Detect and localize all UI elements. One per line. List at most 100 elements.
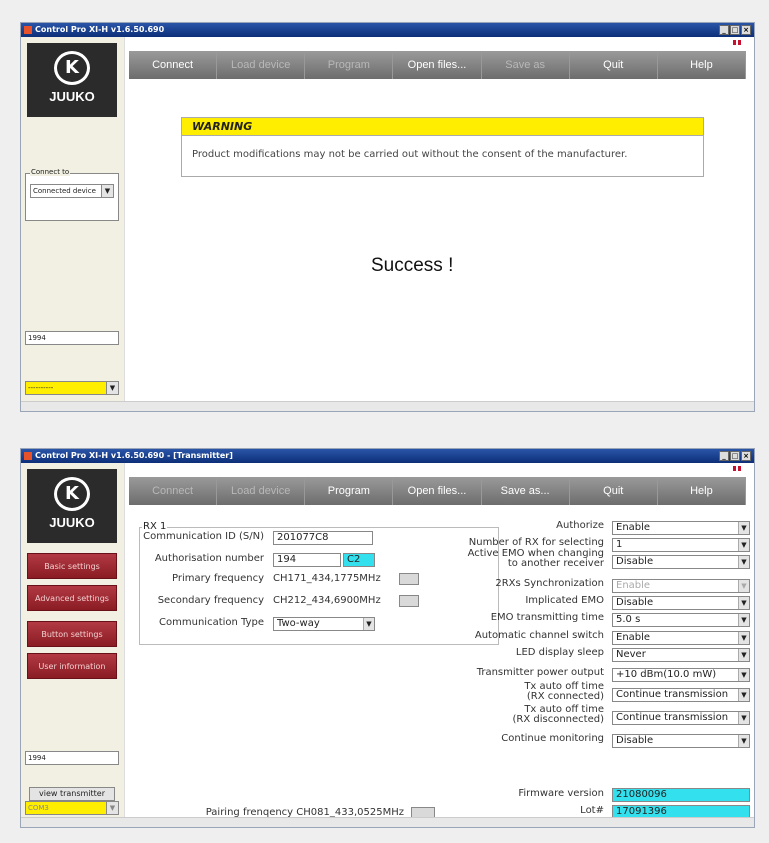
setting-select[interactable]: Disable ▼ — [612, 734, 750, 748]
chevron-down-icon: ▼ — [738, 689, 749, 701]
chevron-down-icon: ▼ — [738, 712, 749, 724]
juuko-logo: K JUUKO — [27, 43, 117, 117]
connect-to-select[interactable]: Connected device ▼ — [30, 184, 114, 198]
toolbar-help-button[interactable]: Help — [657, 51, 746, 79]
sidebar: K JUUKO Basic settings Advanced settings… — [21, 463, 125, 817]
setting-label: LED display sleep — [515, 647, 604, 658]
toolbar-open-files-button[interactable]: Open files... — [393, 51, 482, 79]
setting-label: Active EMO when changing to another recei… — [467, 548, 604, 569]
auth-code-field: C2 — [343, 553, 375, 567]
nav-advanced-settings[interactable]: Advanced settings — [27, 585, 117, 611]
toolbar-save-as-button[interactable]: Save as... — [481, 477, 570, 505]
horizontal-scrollbar[interactable] — [21, 817, 754, 827]
app-icon — [24, 452, 32, 460]
setting-label: Continue monitoring — [501, 733, 604, 744]
maximize-icon[interactable]: □ — [730, 25, 740, 35]
nav-basic-settings[interactable]: Basic settings — [27, 553, 117, 579]
chevron-down-icon: ▼ — [738, 669, 749, 681]
view-transmitter-button[interactable]: view transmitter — [29, 787, 115, 801]
setting-label: Tx auto off time (RX disconnected) — [512, 704, 604, 725]
uk-flag-icon[interactable] — [732, 465, 742, 472]
warning-panel: WARNING Product modifications may not be… — [181, 117, 704, 177]
chevron-down-icon: ▼ — [738, 597, 749, 609]
setting-select[interactable]: Continue transmission ▼ — [612, 711, 750, 725]
window-title: Control Pro XI-H v1.6.50.690 - [Transmit… — [35, 451, 233, 460]
firmware-label: Firmware version — [518, 788, 604, 799]
chevron-down-icon: ▼ — [106, 802, 118, 814]
toolbar-help-button[interactable]: Help — [657, 477, 746, 505]
secondary-frequency-button[interactable] — [399, 595, 419, 607]
setting-label: Number of RX for selecting — [468, 537, 604, 548]
status-message: Success ! — [371, 255, 454, 276]
chevron-down-icon: ▼ — [738, 735, 749, 747]
horizontal-scrollbar[interactable] — [21, 401, 754, 411]
primary-frequency-button[interactable] — [399, 573, 419, 585]
setting-select[interactable]: Continue transmission ▼ — [612, 688, 750, 702]
chevron-down-icon: ▼ — [363, 618, 374, 630]
setting-label: Implicated EMO — [525, 595, 604, 606]
secondary-frequency-value: CH212_434,6900MHz — [273, 595, 381, 606]
juuko-logo: K JUUKO — [27, 469, 117, 543]
close-icon[interactable]: × — [741, 451, 751, 461]
connect-to-label: Connect to — [30, 168, 71, 176]
minimize-icon[interactable]: _ — [719, 451, 729, 461]
chevron-down-icon: ▼ — [738, 539, 749, 551]
setting-select[interactable]: Enable ▼ — [612, 521, 750, 535]
lot-label: Lot# — [580, 805, 604, 816]
close-icon[interactable]: × — [741, 25, 751, 35]
setting-select[interactable]: 1 ▼ — [612, 538, 750, 552]
chevron-down-icon: ▼ — [738, 580, 749, 592]
comm-type-select[interactable]: Two-way ▼ — [273, 617, 375, 631]
main-toolbar: Connect Load device Program Open files... Sa… — [129, 477, 746, 505]
setting-select[interactable]: Enable ▼ — [612, 631, 750, 645]
toolbar-connect-button: Connect — [129, 477, 218, 505]
title-bar: Control Pro XI-H v1.6.50.690 - [Transmit… — [21, 449, 754, 463]
uk-flag-icon[interactable] — [732, 39, 742, 46]
nav-user-information[interactable]: User information — [27, 653, 117, 679]
auth-number-label: Authorisation number — [154, 553, 264, 564]
setting-select: Enable ▼ — [612, 579, 750, 593]
setting-label: Transmitter power output — [476, 667, 604, 678]
toolbar-load-device-button: Load device — [217, 477, 306, 505]
primary-frequency-label: Primary frequency — [172, 573, 264, 584]
main-toolbar: Connect Load device Program Open files... Sa… — [129, 51, 746, 79]
chevron-down-icon: ▼ — [738, 614, 749, 626]
app-icon — [24, 26, 32, 34]
id-field[interactable]: 1994 — [25, 331, 119, 345]
window-success: Control Pro XI-H v1.6.50.690 _ □ × K JUU… — [20, 22, 755, 412]
setting-select[interactable]: Never ▼ — [612, 648, 750, 662]
minimize-icon[interactable]: _ — [719, 25, 729, 35]
toolbar-program-button[interactable]: Program — [305, 477, 394, 505]
toolbar-save-as-button: Save as — [481, 51, 570, 79]
setting-select[interactable]: 5.0 s ▼ — [612, 613, 750, 627]
setting-select[interactable]: Disable ▼ — [612, 596, 750, 610]
secondary-frequency-label: Secondary frequency — [157, 595, 264, 606]
chevron-down-icon: ▼ — [106, 382, 118, 394]
comm-id-field[interactable]: 201077C8 — [273, 531, 373, 545]
chevron-down-icon: ▼ — [738, 556, 749, 568]
toolbar-quit-button[interactable]: Quit — [569, 477, 658, 505]
window-transmitter: Control Pro XI-H v1.6.50.690 - [Transmit… — [20, 448, 755, 828]
comm-type-label: Communication Type — [159, 617, 264, 628]
setting-label: Tx auto off time (RX connected) — [524, 681, 604, 702]
maximize-icon[interactable]: □ — [730, 451, 740, 461]
setting-label: Authorize — [556, 520, 604, 531]
setting-select[interactable]: +10 dBm(10.0 mW) ▼ — [612, 668, 750, 682]
connect-to-group: Connect to Connected device ▼ — [25, 168, 119, 221]
setting-select[interactable]: Disable ▼ — [612, 555, 750, 569]
toolbar-open-files-button[interactable]: Open files... — [393, 477, 482, 505]
port-select[interactable]: COM3 ▼ — [25, 801, 119, 815]
port-select[interactable]: ---------- ▼ — [25, 381, 119, 395]
id-field[interactable]: 1994 — [25, 751, 119, 765]
toolbar-connect-button[interactable]: Connect — [129, 51, 218, 79]
auth-number-field[interactable]: 194 — [273, 553, 341, 567]
nav-button-settings[interactable]: Button settings — [27, 621, 117, 647]
toolbar-quit-button[interactable]: Quit — [569, 51, 658, 79]
chevron-down-icon: ▼ — [101, 185, 113, 197]
chevron-down-icon: ▼ — [738, 632, 749, 644]
chevron-down-icon: ▼ — [738, 522, 749, 534]
firmware-value: 21080096 — [612, 788, 750, 802]
toolbar-program-button: Program — [305, 51, 394, 79]
primary-frequency-value: CH171_434,1775MHz — [273, 573, 381, 584]
setting-label: EMO transmitting time — [490, 612, 604, 623]
